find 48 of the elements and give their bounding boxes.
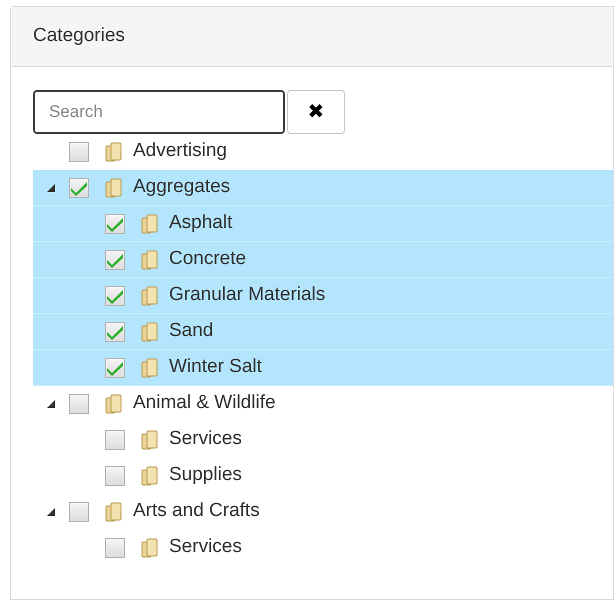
checkbox[interactable]	[105, 286, 125, 306]
checkmark-icon	[106, 252, 124, 268]
checkbox[interactable]	[69, 502, 89, 522]
checkmark-icon	[106, 288, 124, 304]
category-label: Asphalt	[169, 211, 232, 236]
tree-row[interactable]: Arts and Crafts	[33, 494, 613, 530]
category-label: Sand	[169, 319, 214, 344]
tree-row[interactable]: Asphalt	[33, 206, 613, 242]
checkmark-icon	[70, 180, 88, 196]
category-label: Concrete	[169, 247, 246, 272]
checkbox[interactable]	[105, 250, 125, 270]
category-label: Services	[169, 535, 242, 560]
tree-row[interactable]: Aggregates	[33, 170, 613, 206]
panel-title: Categories	[33, 24, 125, 48]
checkbox[interactable]	[69, 142, 89, 162]
expand-toggle-icon[interactable]	[47, 400, 55, 408]
checkbox[interactable]	[105, 214, 125, 234]
checkbox[interactable]	[69, 394, 89, 414]
checkmark-icon	[106, 324, 124, 340]
category-label: Arts and Crafts	[133, 499, 260, 524]
checkbox[interactable]	[105, 538, 125, 558]
tree-row[interactable]: Winter Salt	[33, 350, 613, 386]
category-label: Advertising	[133, 139, 227, 164]
tree-row[interactable]: Animal & Wildlife	[33, 386, 613, 422]
category-label: Granular Materials	[169, 283, 326, 308]
tree-row[interactable]: Sand	[33, 314, 613, 350]
search-field[interactable]: Search	[33, 90, 285, 134]
expand-toggle-icon[interactable]	[47, 508, 55, 516]
checkbox[interactable]	[105, 322, 125, 342]
checkmark-icon	[106, 360, 124, 376]
tree-row[interactable]: Supplies	[33, 458, 613, 494]
checkmark-icon	[106, 216, 124, 232]
checkbox[interactable]	[105, 358, 125, 378]
tree-row[interactable]: Services	[33, 530, 613, 566]
checkbox[interactable]	[69, 178, 89, 198]
category-label: Winter Salt	[169, 355, 262, 380]
tree-row[interactable]: Granular Materials	[33, 278, 613, 314]
category-label: Animal & Wildlife	[133, 391, 276, 416]
expand-toggle-icon[interactable]	[47, 184, 55, 192]
category-label: Supplies	[169, 463, 242, 488]
tree-row[interactable]: Concrete	[33, 242, 613, 278]
category-label: Services	[169, 427, 242, 452]
checkbox[interactable]	[105, 466, 125, 486]
tree-row[interactable]: Advertising	[33, 134, 613, 170]
category-label: Aggregates	[133, 175, 230, 200]
clear-button[interactable]: ✖	[287, 90, 345, 134]
checkbox[interactable]	[105, 430, 125, 450]
tree-row[interactable]: Services	[33, 422, 613, 458]
